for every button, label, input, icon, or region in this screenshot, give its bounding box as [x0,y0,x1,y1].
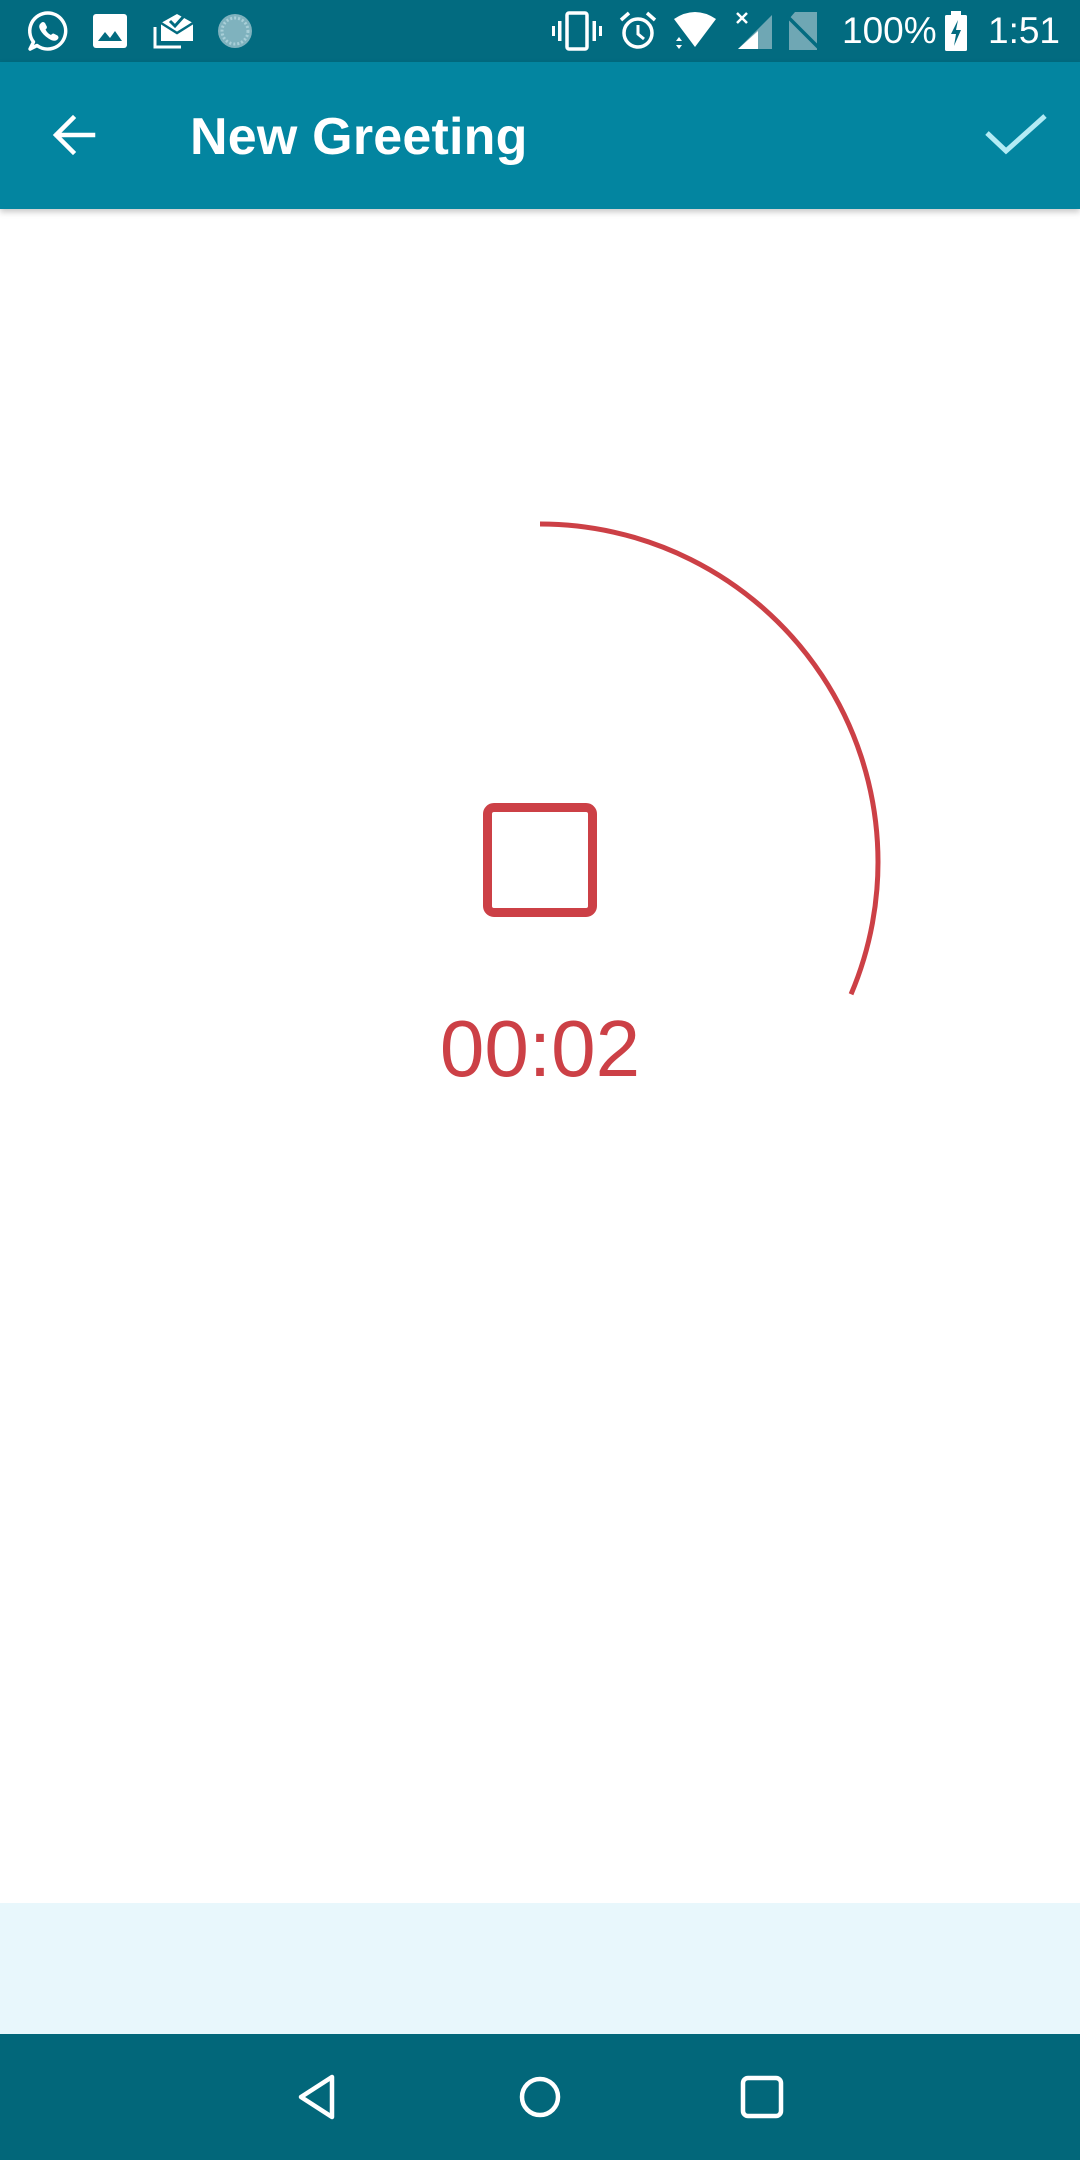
battery-charging-icon [943,0,969,62]
app-bar: New Greeting [0,62,1080,209]
back-button[interactable] [24,85,124,185]
confirm-button[interactable] [966,85,1066,185]
page-title: New Greeting [190,108,528,166]
arrow-back-icon [52,114,96,156]
clock-time: 1:51 [988,10,1061,51]
recording-progress-arc [539,521,881,996]
gallery-icon [91,0,129,62]
mail-check-icon [151,0,195,62]
no-sim-icon [784,0,822,62]
sync-icon [215,0,255,62]
nav-back-button[interactable] [268,2047,368,2147]
nav-back-icon [298,2074,335,2120]
nav-recents-button[interactable] [712,2047,812,2147]
wifi-icon [670,0,720,62]
cell-signal-no-data-icon [733,0,775,62]
nav-home-button[interactable] [490,2047,590,2147]
status-bar: 100% 1:51 [0,0,1080,62]
whatsapp-icon [25,0,71,62]
battery-percent: 100% [842,10,937,51]
nav-recents-icon [740,2075,784,2119]
elapsed-timer: 00:02 [439,1004,641,1093]
nav-home-icon [519,2076,561,2118]
bottom-panel [0,1903,1080,2034]
recorder-area: 00:02 [0,209,1080,1903]
vibrate-icon [552,0,602,62]
stop-recording-button[interactable] [483,803,597,917]
alarm-icon [617,0,659,62]
system-nav-bar [0,2034,1080,2160]
check-icon [985,114,1047,155]
